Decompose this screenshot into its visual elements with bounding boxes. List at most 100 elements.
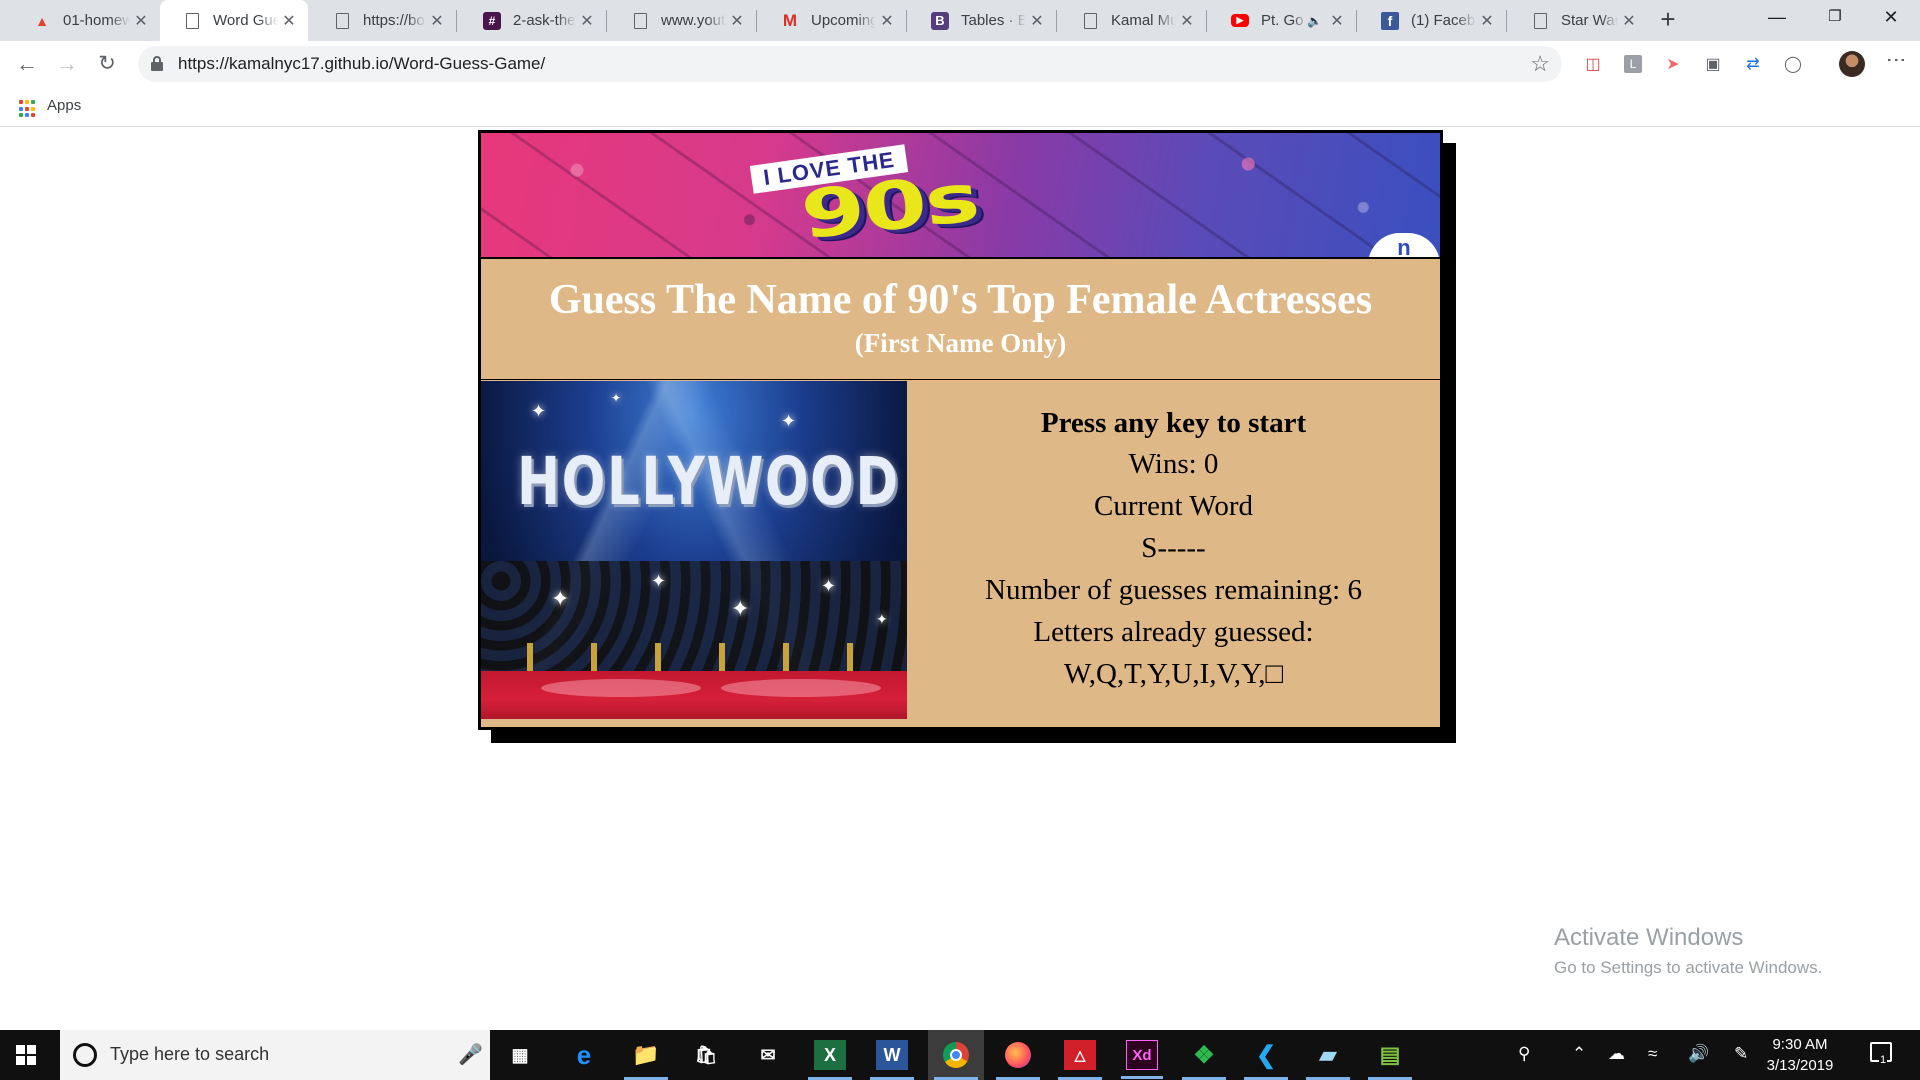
tab-facebook[interactable]: f (1) Facebo ✕ <box>1358 0 1506 41</box>
tab-separator <box>906 10 907 32</box>
pen-icon[interactable]: ✎ <box>1734 1044 1748 1064</box>
pocket-extension-icon[interactable]: ◫ <box>1581 52 1605 76</box>
tab-gitlab[interactable]: ▲ 01-homew ✕ <box>10 0 160 41</box>
bookmark-star-icon[interactable]: ☆ <box>1530 51 1550 77</box>
file-explorer-icon[interactable]: 📁 <box>624 1040 668 1080</box>
game-container: I LOVE THE 90s n Guess The Name of 90's … <box>478 130 1443 730</box>
acrobat-icon[interactable]: △ <box>1058 1040 1102 1080</box>
adobe-xd-icon[interactable]: Xd <box>1121 1040 1163 1079</box>
onedrive-icon[interactable]: ☁ <box>1608 1044 1625 1064</box>
tab-title: Upcoming <box>811 12 876 29</box>
game-title-section: Guess The Name of 90's Top Female Actres… <box>481 259 1440 380</box>
code-extension-icon[interactable]: ◯ <box>1781 52 1805 76</box>
microphone-icon[interactable]: 🎤 <box>458 1042 483 1067</box>
sparkle-icon: ✦ <box>551 586 570 611</box>
taskbar-clock[interactable]: 9:30 AM 3/13/2019 <box>1752 1034 1848 1076</box>
url-text[interactable]: https://kamalnyc17.github.io/Word-Guess-… <box>178 54 545 74</box>
facebook-icon: f <box>1381 11 1399 30</box>
hollywood-image: HOLLYWOOD ✦ ✦ ✦ ✦ ✦ ✦ ✦ ✦ <box>481 381 907 719</box>
page-content: I LOVE THE 90s n Guess The Name of 90's … <box>0 128 1920 1030</box>
back-button[interactable]: ← <box>13 50 41 78</box>
current-word: S----- <box>1141 532 1206 564</box>
clock-time: 9:30 AM <box>1772 1036 1828 1053</box>
tab-slack[interactable]: # 2-ask-the ✕ <box>460 0 606 41</box>
gitlab-icon: ▲ <box>35 12 49 29</box>
profile-avatar[interactable] <box>1839 51 1865 77</box>
tab-title: (1) Facebo <box>1411 12 1476 29</box>
close-window-button[interactable]: ✕ <box>1862 0 1920 36</box>
windows-start-icon[interactable] <box>16 1045 36 1065</box>
l-extension-icon[interactable]: L <box>1621 52 1645 76</box>
tab-kamal[interactable]: Kamal Mu ✕ <box>1058 0 1206 41</box>
close-tab-icon[interactable]: ✕ <box>130 11 152 31</box>
windows-taskbar: Type here to search 🎤 ▦ e 📁 🛍 ✉ X W △ Xd… <box>0 1030 1920 1080</box>
document-icon <box>631 12 649 30</box>
sparkle-icon: ✦ <box>731 596 750 621</box>
firefox-icon[interactable] <box>996 1040 1040 1080</box>
tab-word-guess[interactable]: Word Gue ✕ <box>160 0 308 41</box>
tab-title: https://bo <box>363 12 425 29</box>
minimize-button[interactable]: — <box>1748 0 1806 36</box>
game-info-panel: Press any key to start Wins: 0 Current W… <box>907 381 1440 721</box>
close-tab-icon[interactable]: ✕ <box>726 11 748 31</box>
close-tab-icon[interactable]: ✕ <box>1026 11 1048 31</box>
tab-title: Kamal Mu <box>1111 12 1176 29</box>
screenshot-extension-icon[interactable]: ▣ <box>1701 52 1725 76</box>
restore-button[interactable]: ❐ <box>1806 0 1864 36</box>
close-tab-icon[interactable]: ✕ <box>1176 11 1198 31</box>
tab-separator <box>756 10 757 32</box>
close-tab-icon[interactable]: ✕ <box>278 11 300 31</box>
close-tab-icon[interactable]: ✕ <box>426 11 448 31</box>
wifi-icon[interactable]: ≈ <box>1648 1044 1657 1064</box>
volume-icon[interactable]: 🔊 <box>1688 1044 1709 1064</box>
tab-bootcamp[interactable]: https://bo ✕ <box>310 0 456 41</box>
edge-icon[interactable]: e <box>568 1040 600 1070</box>
lock-icon[interactable] <box>151 56 163 71</box>
excel-icon[interactable]: X <box>808 1040 852 1080</box>
show-hidden-icons-chevron[interactable]: ⌃ <box>1572 1044 1586 1064</box>
image-app-icon[interactable]: ▤ <box>1368 1040 1412 1080</box>
vscode-icon[interactable]: ❮ <box>1244 1040 1288 1080</box>
taskbar-search-placeholder[interactable]: Type here to search <box>110 1044 269 1065</box>
tab-title: Tables · Bo <box>961 12 1026 29</box>
velvet-rope-posts <box>481 643 907 673</box>
chrome-icon[interactable] <box>934 1040 978 1080</box>
apps-grid-icon[interactable] <box>19 100 37 118</box>
tab-title: Star Wars <box>1561 12 1618 29</box>
people-icon[interactable]: ⚲ <box>1518 1044 1530 1064</box>
activate-windows-hint: Go to Settings to activate Windows. <box>1554 958 1823 977</box>
slack-icon: # <box>483 11 501 30</box>
arrow-extension-icon[interactable]: ➤ <box>1661 52 1685 76</box>
carpet-spotlight <box>541 679 701 697</box>
reload-button[interactable]: ↻ <box>93 50 121 78</box>
guesses-remaining: Number of guesses remaining: 6 <box>985 574 1362 606</box>
speaker-icon[interactable]: 🔈 <box>1307 14 1322 28</box>
tab-separator <box>1056 10 1057 32</box>
close-tab-icon[interactable]: ✕ <box>1326 11 1348 31</box>
mail-icon[interactable]: ✉ <box>752 1040 784 1070</box>
new-tab-button[interactable]: + <box>1654 6 1682 34</box>
gitkraken-icon[interactable]: ❖ <box>1182 1040 1226 1080</box>
close-tab-icon[interactable]: ✕ <box>876 11 898 31</box>
word-icon[interactable]: W <box>870 1040 914 1080</box>
task-view-icon[interactable]: ▦ <box>504 1040 536 1070</box>
sparkle-icon: ✦ <box>821 576 837 596</box>
tab-youtube[interactable]: ▶ Pt. Go 🔈 ✕ <box>1208 0 1356 41</box>
tab-gmail[interactable]: M Upcoming ✕ <box>758 0 906 41</box>
store-icon[interactable]: 🛍 <box>690 1040 722 1070</box>
notes-icon[interactable]: ▰ <box>1306 1040 1350 1080</box>
forward-button[interactable]: → <box>53 50 81 78</box>
tab-bootstrap[interactable]: B Tables · Bo ✕ <box>908 0 1056 41</box>
tab-star-wars[interactable]: Star Wars ✕ <box>1508 0 1648 41</box>
sparkle-icon: ✦ <box>611 391 622 405</box>
taskbar-search-box[interactable]: Type here to search 🎤 <box>60 1030 490 1080</box>
sparkle-icon: ✦ <box>781 411 797 431</box>
swap-extension-icon[interactable]: ⇄ <box>1741 52 1765 76</box>
close-tab-icon[interactable]: ✕ <box>1618 11 1640 31</box>
chrome-menu-icon[interactable]: ⋮ <box>1884 50 1908 66</box>
tab-youtube-link[interactable]: www.yout ✕ <box>608 0 756 41</box>
address-bar[interactable]: https://kamalnyc17.github.io/Word-Guess-… <box>138 46 1562 82</box>
close-tab-icon[interactable]: ✕ <box>576 11 598 31</box>
apps-bookmark[interactable]: Apps <box>47 97 81 114</box>
close-tab-icon[interactable]: ✕ <box>1476 11 1498 31</box>
